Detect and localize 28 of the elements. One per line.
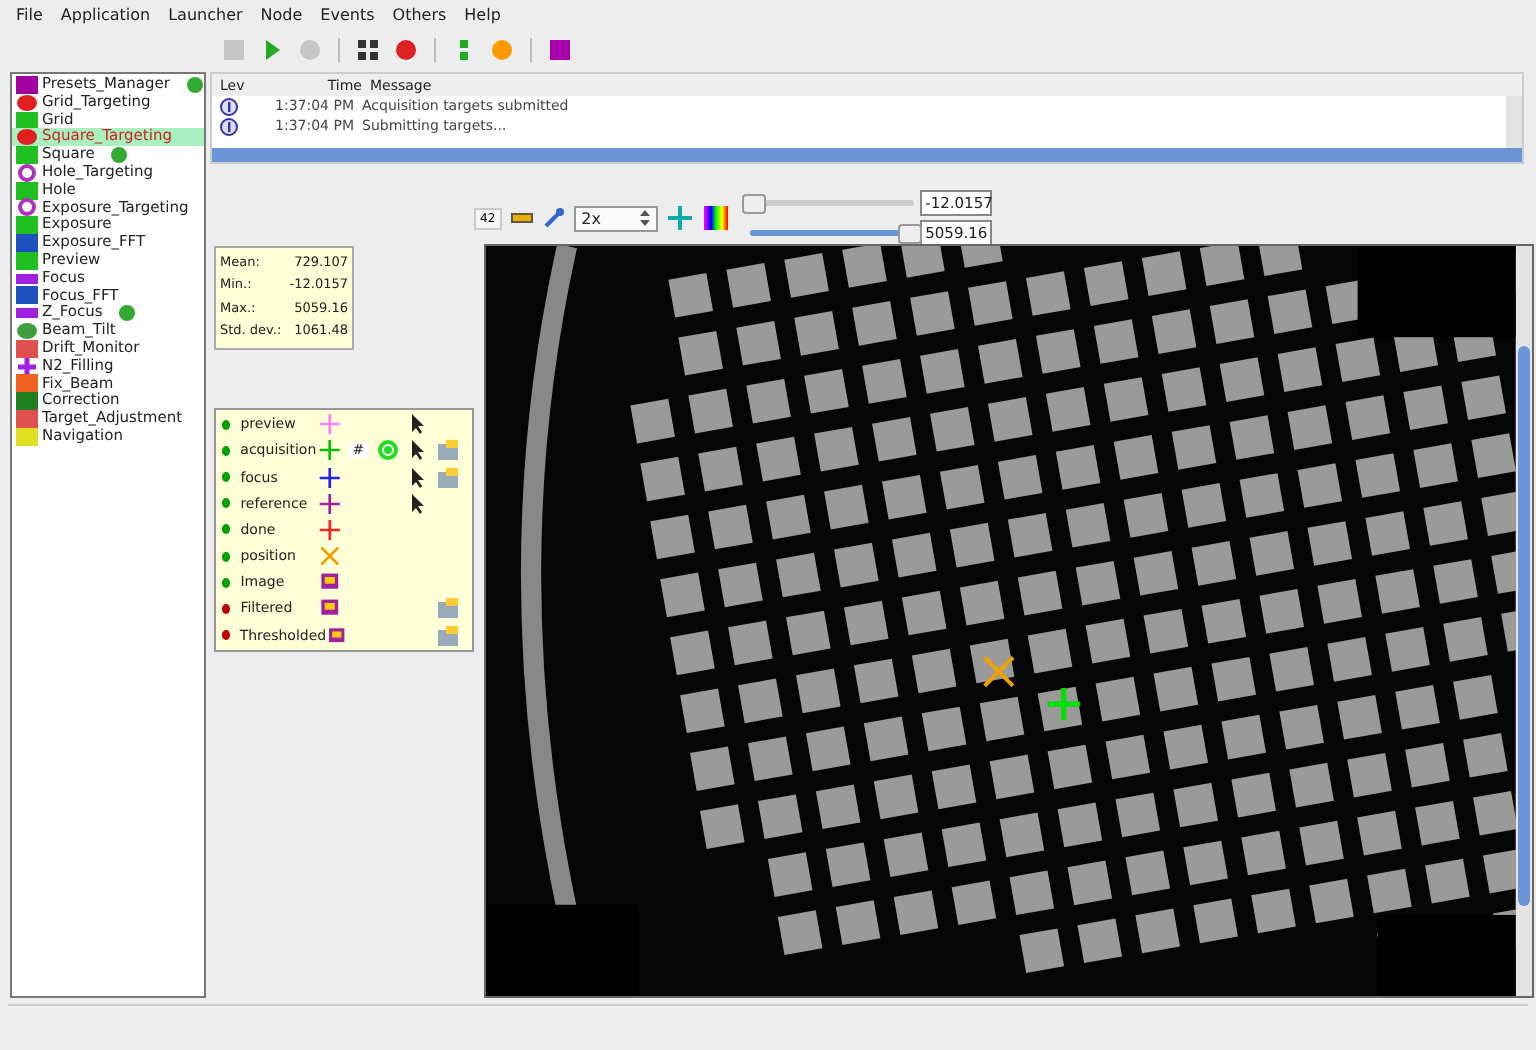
zoom-select[interactable]: 2x (573, 205, 658, 231)
image-icon[interactable] (326, 623, 348, 648)
menu-item[interactable]: Events (320, 6, 375, 28)
color-map-icon[interactable] (701, 204, 730, 232)
pipette-icon[interactable] (541, 206, 566, 230)
scrollbar[interactable] (212, 148, 1522, 162)
settings-icon[interactable] (436, 596, 461, 621)
menu-item[interactable]: File (16, 6, 43, 28)
box-icon[interactable] (546, 36, 574, 64)
grid-image-drawing[interactable] (486, 246, 1516, 996)
x-marker-icon[interactable] (318, 544, 342, 569)
scrollbar[interactable] (1506, 96, 1522, 148)
grid-icon[interactable] (354, 36, 382, 64)
menu-item[interactable]: Others (392, 6, 447, 28)
image-icon[interactable] (317, 596, 342, 621)
stop-icon[interactable] (392, 36, 420, 64)
plus-marker-icon[interactable] (317, 412, 342, 437)
plus-marker-icon[interactable] (317, 438, 341, 463)
plus-marker-icon[interactable] (318, 517, 342, 542)
menu-item[interactable]: Launcher (168, 6, 243, 28)
plus-marker-icon[interactable] (317, 465, 341, 490)
menu-item[interactable]: Application (60, 6, 151, 28)
menu-item[interactable]: Help (464, 6, 501, 28)
spin-arrows-icon (639, 209, 650, 225)
settings-icon[interactable] (436, 623, 461, 648)
plus-marker-icon[interactable] (317, 491, 342, 516)
menu-item[interactable]: Node (260, 6, 303, 28)
image-icon[interactable] (318, 570, 342, 595)
